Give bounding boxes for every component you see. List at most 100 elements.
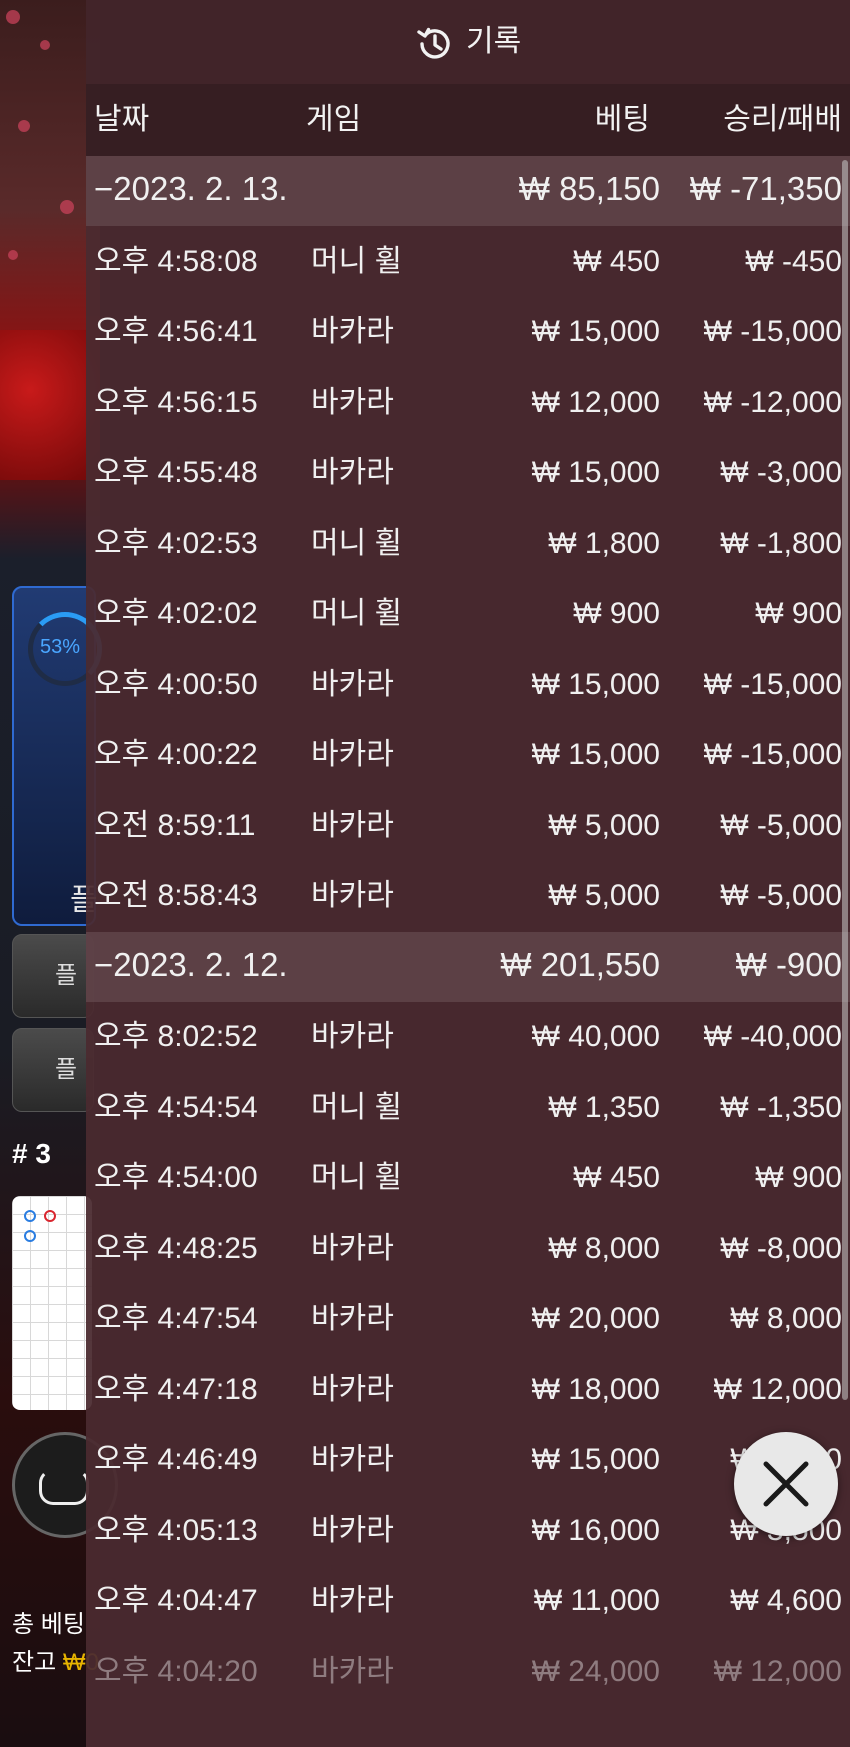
row-time: 오후 4:02:02	[94, 597, 258, 630]
row-time: 오전 8:59:11	[94, 808, 256, 842]
column-date: 날짜	[94, 103, 150, 136]
history-row[interactable]: 오후 4:58:08 머니 휠 ₩ 450 ₩ -450	[86, 227, 850, 297]
button-label: 플	[55, 1056, 78, 1083]
row-result: ₩ -3,000	[720, 456, 842, 489]
row-result: ₩ 12,000	[713, 1372, 842, 1406]
history-row[interactable]: 오후 4:04:20 바카라 ₩ 24,000 ₩ 12,000	[86, 1637, 850, 1707]
row-game: 바카라	[311, 315, 394, 348]
history-row[interactable]: 오후 4:00:22 바카라 ₩ 15,000 ₩ -15,000	[86, 720, 850, 790]
row-game: 머니 휠	[311, 1161, 403, 1194]
row-bet: ₩ 15,000	[531, 1443, 660, 1476]
column-bet: 베팅	[594, 103, 650, 136]
date-group-row[interactable]: −2023. 2. 12. ₩ 201,550 ₩ -900	[86, 931, 850, 1002]
row-game: 바카라	[311, 1372, 394, 1406]
history-row[interactable]: 오후 4:54:00 머니 휠 ₩ 450 ₩ 900	[86, 1143, 850, 1213]
row-time: 오전 8:58:43	[94, 879, 258, 912]
row-time: 오후 4:56:15	[94, 385, 258, 419]
history-row[interactable]: 오후 4:55:48 바카라 ₩ 15,000 ₩ -3,000	[86, 438, 850, 508]
group-bet-total: ₩ 85,150	[518, 170, 660, 207]
row-bet: ₩ 15,000	[531, 456, 660, 489]
row-result: ₩ 4,600	[730, 1584, 842, 1617]
bead-road-board	[12, 1196, 92, 1410]
total-bet-label: 총 베팅	[12, 1611, 85, 1638]
row-game: 바카라	[311, 1513, 394, 1547]
history-row[interactable]: 오후 4:48:25 바카라 ₩ 8,000 ₩ -8,000	[86, 1214, 850, 1284]
history-row[interactable]: 오후 8:02:52 바카라 ₩ 40,000 ₩ -40,000	[86, 1002, 850, 1072]
row-time: 오후 4:46:49	[94, 1443, 258, 1476]
balance-label-text: 잔고	[12, 1649, 57, 1676]
history-icon	[417, 27, 450, 59]
history-row[interactable]: 오후 4:47:18 바카라 ₩ 18,000 ₩ 12,000	[86, 1355, 850, 1425]
row-bet: ₩ 11,000	[533, 1584, 660, 1617]
row-game: 바카라	[311, 1584, 394, 1617]
row-time: 오후 4:00:50	[94, 667, 258, 701]
row-game: 바카라	[311, 385, 394, 419]
row-result: ₩ 900	[755, 597, 842, 630]
row-result: ₩ 12,000	[713, 1654, 842, 1688]
history-row[interactable]: 오후 4:00:50 바카라 ₩ 15,000 ₩ -15,000	[86, 650, 850, 720]
row-result: ₩ -15,000	[703, 667, 842, 701]
history-row[interactable]: 오후 4:04:47 바카라 ₩ 11,000 ₩ 4,600	[86, 1566, 850, 1636]
history-row[interactable]: 오전 8:58:43 바카라 ₩ 5,000 ₩ -5,000	[86, 861, 850, 931]
row-time: 오후 4:47:54	[94, 1302, 258, 1335]
blossom-decoration	[18, 120, 30, 132]
history-row[interactable]: 오후 4:02:53 머니 휠 ₩ 1,800 ₩ -1,800	[86, 509, 850, 579]
row-game: 머니 휠	[311, 597, 403, 630]
row-result: ₩ -5,000	[720, 808, 842, 842]
row-result: ₩ 8,000	[730, 1302, 842, 1335]
row-game: 바카라	[311, 738, 394, 771]
banker-marker-icon	[44, 1210, 56, 1222]
date-group-row[interactable]: −2023. 2. 13. ₩ 85,150 ₩ -71,350	[86, 156, 850, 226]
row-time: 오후 4:54:54	[94, 1090, 258, 1124]
row-time: 오후 4:04:47	[94, 1584, 258, 1617]
column-game: 게임	[306, 103, 362, 136]
history-row[interactable]: 오후 4:54:54 머니 휠 ₩ 1,350 ₩ -1,350	[86, 1073, 850, 1143]
player-marker-icon	[24, 1210, 36, 1222]
close-button[interactable]	[734, 1432, 838, 1536]
row-result: ₩ -15,000	[703, 738, 842, 771]
row-time: 오후 4:48:25	[94, 1231, 258, 1265]
row-bet: ₩ 450	[573, 244, 660, 278]
blossom-decoration	[8, 250, 18, 260]
row-game: 바카라	[311, 1302, 394, 1335]
history-row[interactable]: 오후 4:47:54 바카라 ₩ 20,000 ₩ 8,000	[86, 1284, 850, 1354]
row-time: 오후 4:54:00	[94, 1161, 258, 1194]
row-result: ₩ -1,350	[720, 1090, 842, 1124]
player-bonus-button[interactable]: 플	[12, 1028, 94, 1112]
panel-title: 기록	[466, 25, 522, 58]
row-bet: ₩ 5,000	[548, 879, 660, 912]
group-date: −2023. 2. 13.	[94, 170, 288, 207]
column-result: 승리/패배	[723, 103, 842, 136]
row-bet: ₩ 20,000	[531, 1302, 660, 1335]
history-row[interactable]: 오후 4:56:15 바카라 ₩ 12,000 ₩ -12,000	[86, 368, 850, 438]
row-bet: ₩ 15,000	[531, 738, 660, 771]
row-time: 오후 4:56:41	[94, 315, 258, 348]
row-result: ₩ -5,000	[720, 879, 842, 912]
table-felt	[0, 330, 100, 480]
player-pair-button[interactable]: 플	[12, 934, 94, 1018]
row-game: 바카라	[311, 1443, 394, 1476]
row-game: 바카라	[311, 667, 394, 701]
round-number: # 3	[12, 1138, 51, 1169]
column-header-row: 날짜 게임 베팅 승리/패배	[86, 84, 850, 156]
row-result: ₩ -15,000	[703, 315, 842, 348]
row-bet: ₩ 15,000	[531, 667, 660, 701]
row-game: 머니 휠	[311, 1090, 403, 1124]
button-label: 플	[55, 962, 78, 989]
row-game: 머니 휠	[311, 244, 403, 278]
row-bet: ₩ 5,000	[548, 808, 660, 842]
history-row[interactable]: 오전 8:59:11 바카라 ₩ 5,000 ₩ -5,000	[86, 791, 850, 861]
close-icon	[763, 1461, 809, 1507]
row-game: 바카라	[311, 456, 394, 489]
group-bet-total: ₩ 201,550	[500, 945, 660, 983]
group-result-total: ₩ -900	[735, 945, 842, 983]
scrollbar[interactable]	[842, 160, 848, 1400]
history-row[interactable]: 오후 4:56:41 바카라 ₩ 15,000 ₩ -15,000	[86, 297, 850, 367]
row-time: 오후 4:55:48	[94, 456, 258, 489]
row-result: ₩ -1,800	[720, 526, 842, 560]
history-row[interactable]: 오후 4:05:13바카라₩ 16,000₩ 3,500	[86, 1496, 850, 1566]
row-game: 바카라	[311, 1231, 394, 1265]
row-bet: ₩ 16,000	[531, 1513, 660, 1547]
history-row[interactable]: 오후 4:02:02 머니 휠 ₩ 900 ₩ 900	[86, 579, 850, 649]
row-time: 오후 8:02:52	[94, 1020, 258, 1053]
